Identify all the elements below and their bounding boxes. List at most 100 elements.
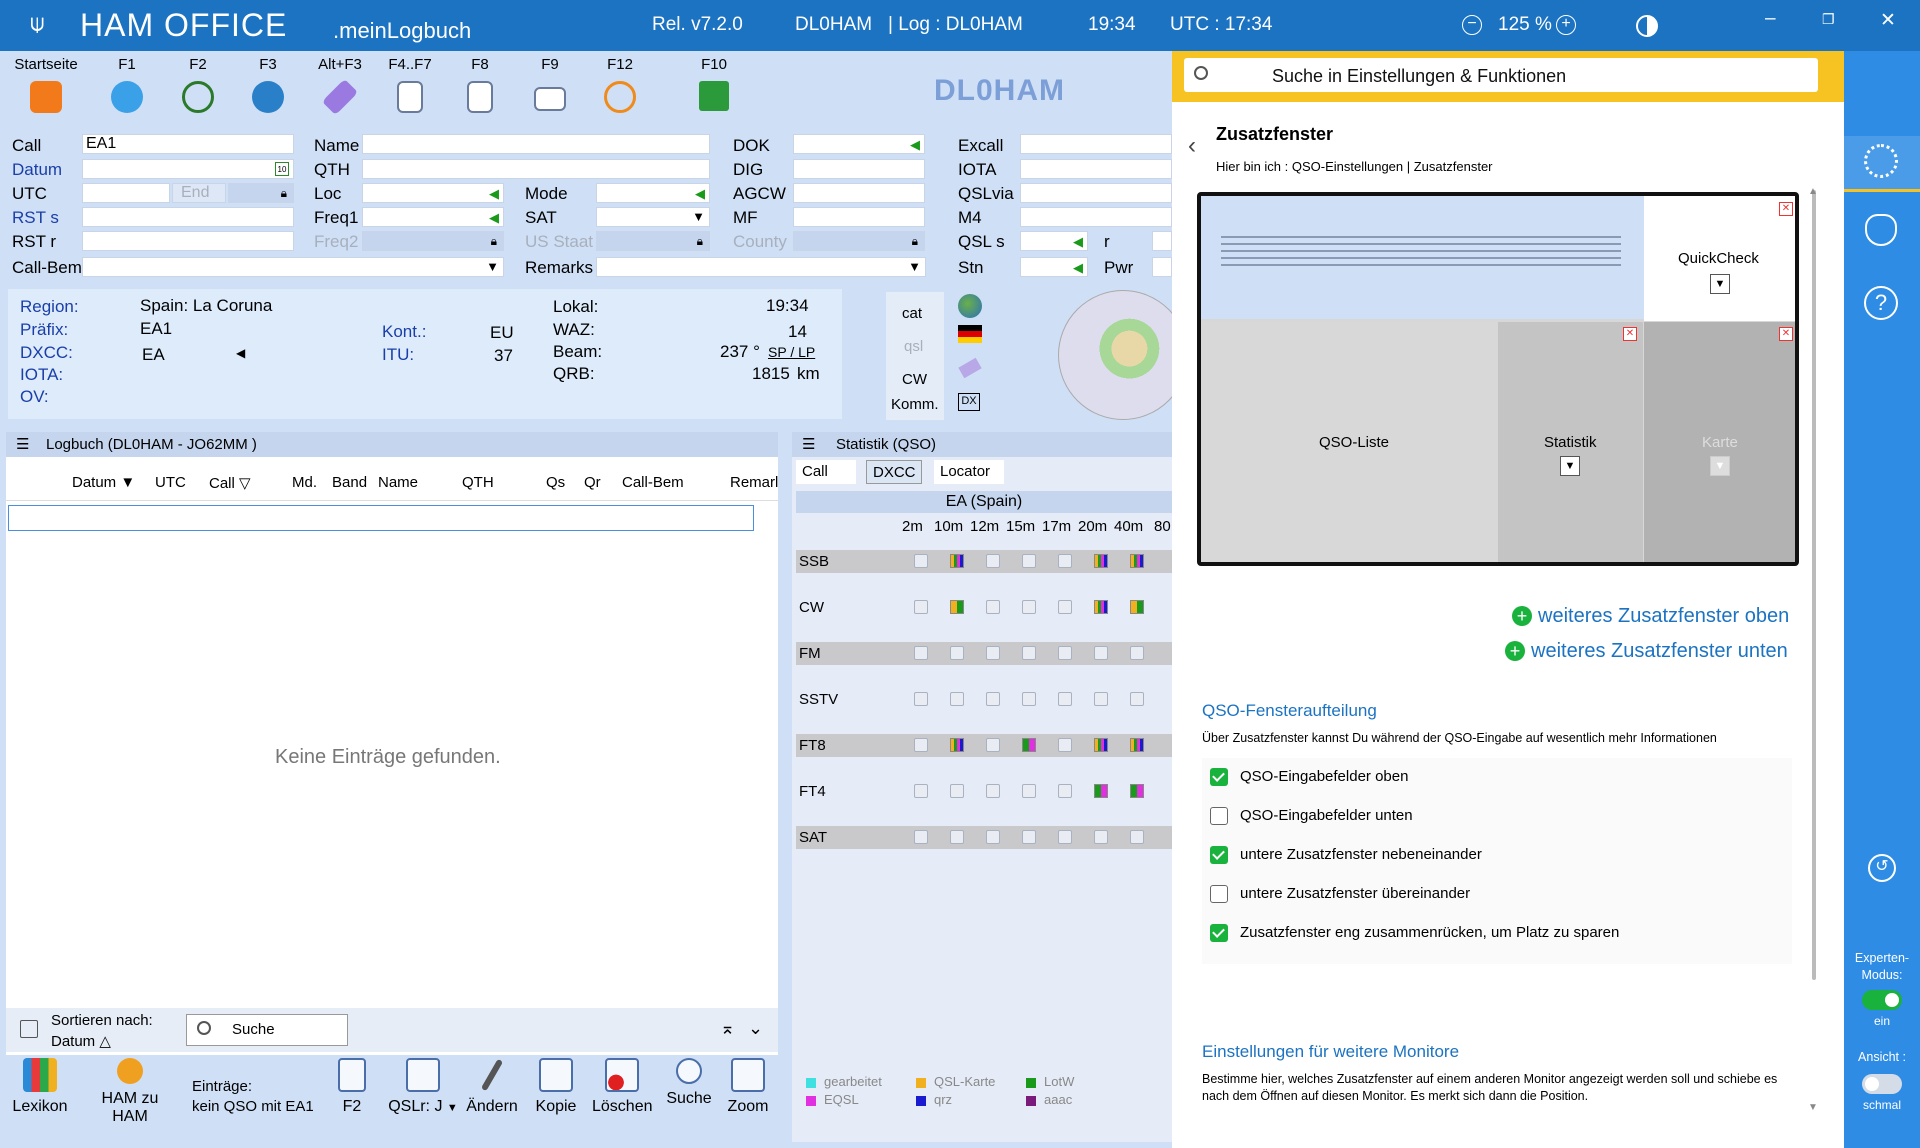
toolbar-home-button[interactable]: Startseite bbox=[14, 56, 78, 113]
calendar-icon[interactable]: 10 bbox=[275, 162, 289, 176]
stats-tab-call[interactable]: Call bbox=[796, 460, 856, 484]
stats-tab-dxcc[interactable]: DXCC bbox=[866, 460, 922, 484]
band-status-empty[interactable] bbox=[950, 692, 964, 706]
excall-input[interactable] bbox=[1020, 134, 1172, 154]
band-status-empty[interactable] bbox=[1022, 830, 1036, 844]
band-status-empty[interactable] bbox=[986, 692, 1000, 706]
toolbar-mail-button[interactable]: F9 bbox=[520, 56, 580, 111]
zoom-out-icon[interactable]: − bbox=[1462, 15, 1482, 35]
band-status-empty[interactable] bbox=[950, 646, 964, 660]
globe-icon[interactable] bbox=[958, 294, 982, 318]
close-icon[interactable]: ✕ bbox=[1623, 327, 1637, 341]
toolbar-globe-button[interactable]: F3 bbox=[238, 56, 298, 113]
suche-button[interactable]: Suche bbox=[664, 1058, 714, 1108]
arrow-left-icon[interactable]: ◀ bbox=[489, 185, 499, 203]
band-status-empty[interactable] bbox=[950, 784, 964, 798]
ham-zu-ham-button[interactable]: HAM zu HAM bbox=[82, 1058, 178, 1126]
owl-icon[interactable] bbox=[1865, 214, 1897, 246]
arrow-left-icon[interactable]: ◀ bbox=[695, 185, 705, 203]
dx-monitor-icon[interactable]: DX bbox=[958, 393, 980, 411]
rstr-input[interactable] bbox=[82, 231, 294, 251]
call-input[interactable]: EA1 bbox=[82, 134, 294, 154]
band-status-empty[interactable] bbox=[950, 830, 964, 844]
band-status-marked[interactable] bbox=[1130, 554, 1144, 568]
col-mode[interactable]: Md. bbox=[292, 474, 317, 491]
loc-input[interactable]: ◀ bbox=[362, 183, 504, 203]
band-status-empty[interactable] bbox=[1022, 554, 1036, 568]
option-eingabe-unten-checkbox[interactable] bbox=[1210, 807, 1228, 825]
band-status-empty[interactable] bbox=[914, 554, 928, 568]
logbook-search-input[interactable]: Suche bbox=[186, 1014, 348, 1046]
lexikon-button[interactable]: Lexikon bbox=[10, 1058, 70, 1116]
band-status-marked[interactable] bbox=[1130, 600, 1144, 614]
band-status-empty[interactable] bbox=[1058, 600, 1072, 614]
toolbar-documents-button[interactable]: F4..F7 bbox=[380, 56, 440, 113]
arrow-left-icon[interactable]: ◀ bbox=[1073, 259, 1083, 277]
komm-button[interactable]: Komm. bbox=[891, 396, 939, 413]
dok-input[interactable]: ◀ bbox=[793, 134, 925, 154]
name-input[interactable] bbox=[362, 134, 710, 154]
settings-scrollbar[interactable] bbox=[1812, 190, 1816, 980]
qslr-input[interactable] bbox=[1152, 231, 1172, 251]
restore-icon[interactable]: ❐ bbox=[1822, 11, 1835, 28]
agcw-input[interactable] bbox=[793, 183, 925, 203]
col-call[interactable]: Call ▽ bbox=[209, 474, 251, 492]
band-status-marked[interactable] bbox=[950, 554, 964, 568]
band-status-empty[interactable] bbox=[1022, 646, 1036, 660]
mode-input[interactable]: ◀ bbox=[596, 183, 710, 203]
col-band[interactable]: Band bbox=[332, 474, 367, 491]
remarks-select[interactable]: ▼ bbox=[596, 257, 926, 277]
band-status-empty[interactable] bbox=[986, 830, 1000, 844]
menu-icon[interactable]: ☰ bbox=[802, 432, 815, 457]
rsts-input[interactable] bbox=[82, 207, 294, 227]
minimize-icon[interactable]: – bbox=[1765, 8, 1776, 30]
band-status-empty[interactable] bbox=[914, 646, 928, 660]
band-status-empty[interactable] bbox=[1022, 692, 1036, 706]
option-uebereinander-checkbox[interactable] bbox=[1210, 885, 1228, 903]
band-status-marked[interactable] bbox=[1094, 554, 1108, 568]
splp-link[interactable]: SP / LP bbox=[768, 344, 815, 360]
zoom-in-icon[interactable]: + bbox=[1556, 15, 1576, 35]
toolbar-info-button[interactable]: F8 bbox=[450, 56, 510, 113]
f2-button[interactable]: F2 bbox=[332, 1058, 372, 1116]
close-icon[interactable]: ✕ bbox=[1779, 202, 1793, 216]
col-qr[interactable]: Qr bbox=[584, 474, 601, 491]
band-status-empty[interactable] bbox=[1022, 784, 1036, 798]
freq1-input[interactable]: ◀ bbox=[362, 207, 504, 227]
view-toggle[interactable] bbox=[1862, 1074, 1902, 1094]
toolbar-satellite-button[interactable]: Alt+F3 bbox=[310, 56, 370, 116]
scroll-down-icon[interactable]: ▼ bbox=[1808, 1102, 1818, 1113]
rail-settings-button[interactable] bbox=[1844, 136, 1920, 192]
qslr-button[interactable]: QSLr: J ▼ bbox=[388, 1058, 458, 1116]
band-status-empty[interactable] bbox=[1094, 646, 1108, 660]
history-icon[interactable]: ↺ bbox=[1868, 854, 1896, 882]
chevron-down-icon[interactable]: ▼ bbox=[1560, 456, 1580, 476]
qslvia-input[interactable] bbox=[1020, 183, 1172, 203]
mf-input[interactable] bbox=[793, 207, 925, 227]
qsl-button[interactable]: qsl bbox=[904, 338, 923, 355]
band-status-empty[interactable] bbox=[1058, 554, 1072, 568]
toolbar-help-button[interactable]: F1 bbox=[97, 56, 157, 113]
band-status-empty[interactable] bbox=[986, 600, 1000, 614]
col-datum[interactable]: Datum ▼ bbox=[72, 474, 135, 491]
loeschen-button[interactable]: Löschen bbox=[592, 1058, 653, 1116]
zoom-button[interactable]: Zoom bbox=[722, 1058, 774, 1116]
sort-value[interactable]: Datum △ bbox=[51, 1032, 111, 1050]
band-status-marked[interactable] bbox=[1094, 600, 1108, 614]
band-status-empty[interactable] bbox=[986, 784, 1000, 798]
band-status-empty[interactable] bbox=[986, 646, 1000, 660]
qsls-input[interactable]: ◀ bbox=[1020, 231, 1088, 251]
band-status-empty[interactable] bbox=[1094, 692, 1108, 706]
band-status-empty[interactable] bbox=[914, 600, 928, 614]
band-status-empty[interactable] bbox=[986, 554, 1000, 568]
band-status-empty[interactable] bbox=[1058, 692, 1072, 706]
band-status-empty[interactable] bbox=[986, 738, 1000, 752]
band-status-empty[interactable] bbox=[1094, 830, 1108, 844]
m4-input[interactable] bbox=[1020, 207, 1172, 227]
scroll-top-icon[interactable]: ⌅ bbox=[720, 1018, 735, 1039]
col-qs[interactable]: Qs bbox=[546, 474, 565, 491]
add-window-bottom-link[interactable]: + weiteres Zusatzfenster unten bbox=[1505, 640, 1788, 663]
chevron-down-icon[interactable]: ▼ bbox=[1710, 456, 1730, 476]
band-status-empty[interactable] bbox=[1130, 692, 1144, 706]
iota-input[interactable] bbox=[1020, 159, 1172, 179]
